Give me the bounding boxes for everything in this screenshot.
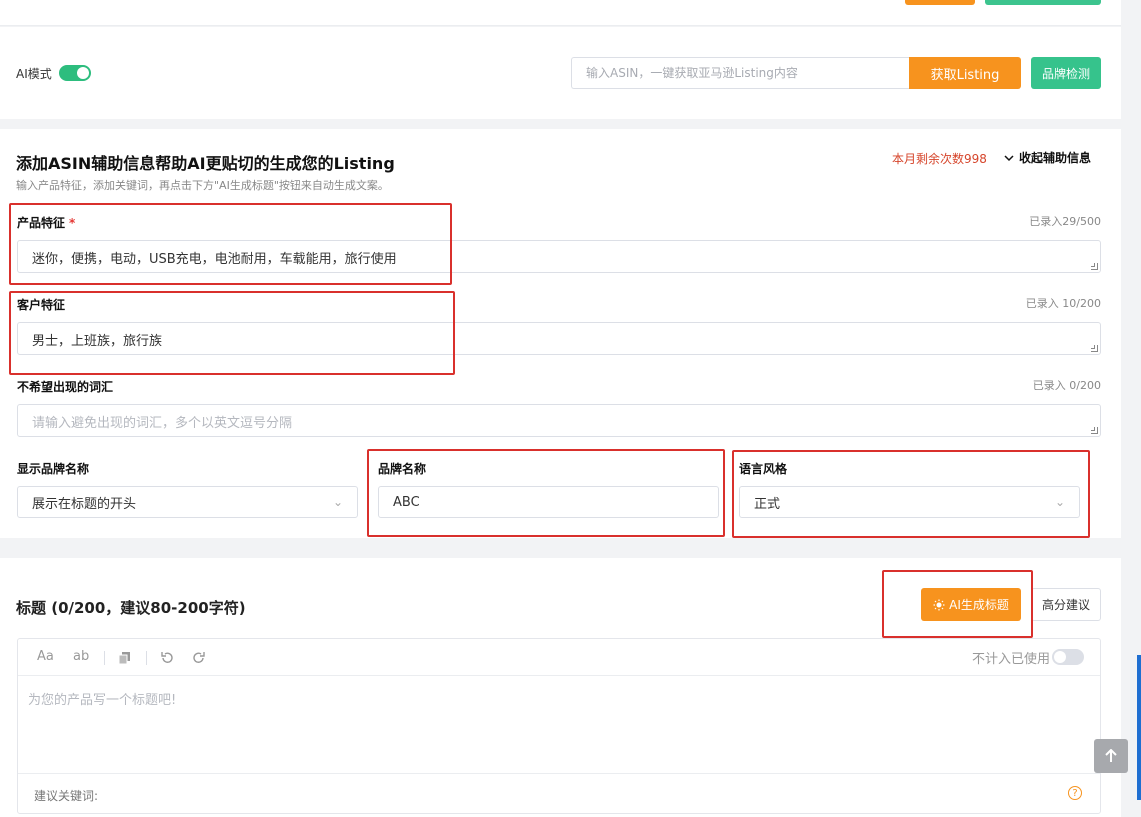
- customer-features-label: 客户特征: [17, 298, 66, 312]
- title-card: 标题 (0/200，建议80-200字符) AI生成标题 高分建议 Aa ab: [0, 558, 1121, 817]
- not-count-label: 不计入已使用: [971, 652, 1050, 667]
- brand-display-select[interactable]: 展示在标题的开头 ⌄: [17, 486, 358, 518]
- chevron-down-icon: ⌄: [1054, 495, 1065, 509]
- title-editor[interactable]: Aa ab 不计入已使用 为您的产品写一个标题吧! 建议关键词: ?: [17, 638, 1101, 814]
- customer-features-input[interactable]: 男士，上班族，旅行族: [17, 322, 1101, 355]
- side-scroll-strip: [1137, 655, 1141, 800]
- keywords-footer: 建议关键词: ?: [18, 773, 1100, 813]
- brand-check-button[interactable]: 品牌检测: [1031, 57, 1101, 89]
- high-score-button[interactable]: 高分建议: [1031, 588, 1101, 621]
- brand-display-value: 展示在标题的开头: [32, 496, 137, 512]
- copy-icon[interactable]: [118, 651, 132, 665]
- brand-name-value: ABC: [393, 494, 420, 510]
- resize-handle-icon[interactable]: [1091, 345, 1098, 352]
- brand-name-input[interactable]: ABC: [378, 486, 719, 518]
- asin-input[interactable]: [571, 57, 909, 89]
- top-bar: [0, 0, 1121, 26]
- avoid-words-label: 不希望出现的词汇: [17, 380, 114, 394]
- title-heading: 标题 (0/200，建议80-200字符): [16, 599, 246, 617]
- title-placeholder: 为您的产品写一个标题吧!: [28, 693, 177, 708]
- required-mark: *: [69, 216, 76, 230]
- language-style-select[interactable]: 正式 ⌄: [739, 486, 1080, 518]
- ai-generate-title-label: AI生成标题: [949, 598, 1009, 612]
- redo-icon[interactable]: [192, 651, 206, 665]
- avoid-words-input[interactable]: 请输入避免出现的词汇，多个以英文逗号分隔: [17, 404, 1101, 437]
- avoid-words-placeholder: 请输入避免出现的词汇，多个以英文逗号分隔: [32, 416, 293, 431]
- sun-icon: [933, 599, 945, 610]
- collapse-assist-button[interactable]: 收起辅助信息: [1004, 149, 1091, 166]
- not-count-toggle[interactable]: [1052, 649, 1084, 665]
- customer-features-count: 已录入 10/200: [1025, 297, 1101, 310]
- toolbar-divider: [146, 651, 147, 665]
- product-features-count: 已录入29/500: [1029, 215, 1101, 228]
- asin-card: AI模式 获取Listing 品牌检测: [0, 27, 1121, 119]
- top-orange-button[interactable]: [905, 0, 975, 5]
- product-features-label: 产品特征 *: [17, 216, 76, 230]
- avoid-words-count: 已录入 0/200: [1032, 379, 1101, 392]
- product-features-input[interactable]: 迷你，便携，电动，USB充电，电池耐用，车载能用，旅行使用: [17, 240, 1101, 273]
- remaining-count: 本月剩余次数998: [892, 152, 987, 166]
- toolbar-divider: [104, 651, 105, 665]
- undo-icon[interactable]: [160, 651, 174, 665]
- ai-generate-title-button[interactable]: AI生成标题: [921, 588, 1021, 621]
- keywords-label: 建议关键词:: [34, 789, 99, 803]
- language-style-value: 正式: [754, 496, 781, 512]
- assist-info-card: 添加ASIN辅助信息帮助AI更贴切的生成您的Listing 输入产品特征，添加关…: [0, 129, 1121, 538]
- brand-display-label: 显示品牌名称: [17, 462, 90, 476]
- assist-title: 添加ASIN辅助信息帮助AI更贴切的生成您的Listing: [16, 154, 395, 173]
- resize-handle-icon[interactable]: [1091, 427, 1098, 434]
- lower-case-button[interactable]: ab: [73, 649, 89, 664]
- brand-name-label: 品牌名称: [378, 462, 427, 476]
- chevron-down-icon: [1004, 154, 1014, 161]
- resize-handle-icon[interactable]: [1091, 263, 1098, 270]
- fetch-listing-button[interactable]: 获取Listing: [909, 57, 1021, 89]
- product-features-value: 迷你，便携，电动，USB充电，电池耐用，车载能用，旅行使用: [32, 252, 397, 267]
- font-case-button[interactable]: Aa: [37, 649, 54, 664]
- customer-features-value: 男士，上班族，旅行族: [32, 334, 163, 349]
- top-green-button[interactable]: [985, 0, 1101, 5]
- chevron-down-icon: ⌄: [332, 495, 343, 509]
- language-style-label: 语言风格: [739, 462, 788, 476]
- ai-mode-toggle[interactable]: [59, 65, 91, 81]
- assist-subtitle: 输入产品特征，添加关键词，再点击下方"AI生成标题"按钮来自动生成文案。: [16, 179, 389, 192]
- help-icon[interactable]: ?: [1068, 786, 1082, 800]
- collapse-label: 收起辅助信息: [1019, 151, 1092, 165]
- editor-toolbar: Aa ab 不计入已使用: [18, 639, 1100, 676]
- arrow-up-icon: [1105, 749, 1117, 762]
- ai-mode-label: AI模式: [16, 67, 52, 81]
- back-to-top-button[interactable]: [1094, 739, 1128, 773]
